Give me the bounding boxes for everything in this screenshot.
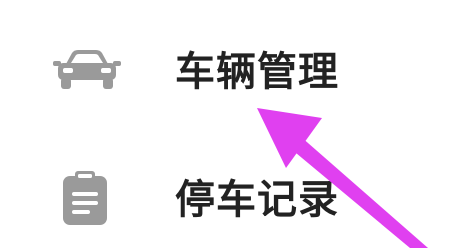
menu-item-label: 停车记录 — [175, 177, 339, 223]
menu-screen: 车辆管理 停车记录 — [0, 0, 468, 248]
menu-item-parking-records[interactable]: 停车记录 — [0, 150, 468, 246]
menu-item-label: 车辆管理 — [175, 49, 339, 95]
clipboard-icon — [63, 171, 107, 225]
menu-item-vehicle-management[interactable]: 车辆管理 — [0, 24, 468, 120]
car-icon — [53, 50, 121, 89]
